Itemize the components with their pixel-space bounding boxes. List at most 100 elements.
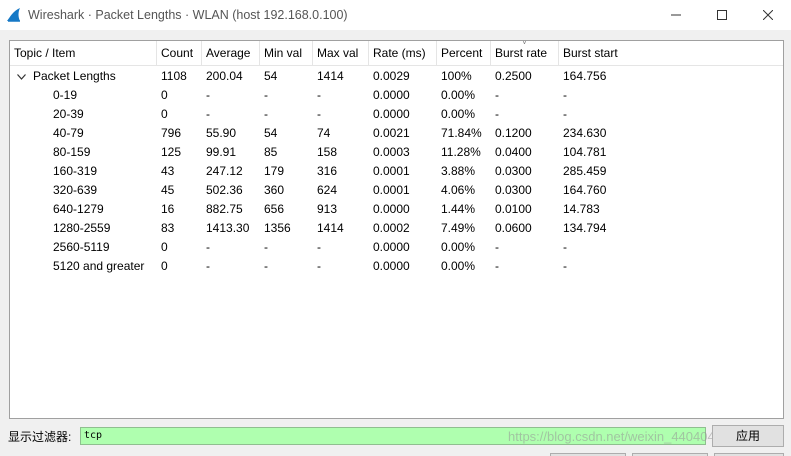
table-row[interactable]: 320-639 45 502.36 360 624 0.0001 4.06% 0.0300 16…: [10, 181, 783, 200]
cell-count: 16: [161, 202, 175, 216]
column-header-burst-rate[interactable]: ˅ Burst rate: [491, 41, 559, 65]
cell-rate: 0.0000: [373, 202, 410, 216]
cell-burst-start: 104.781: [563, 145, 607, 159]
cell-rate: 0.0003: [373, 145, 410, 159]
display-filter-bar: 显示过滤器: tcp https://blog.csdn.net/weixin_…: [0, 424, 791, 450]
table-row[interactable]: 160-319 43 247.12 179 316 0.0001 3.88% 0.0300 28…: [10, 162, 783, 181]
cell-percent: 4.06%: [441, 183, 476, 197]
column-header-count[interactable]: Count: [157, 41, 202, 65]
cell-max: 913: [317, 202, 338, 216]
cell-item: 20-39: [53, 107, 84, 121]
cell-max: -: [317, 107, 321, 121]
column-header-burst-start[interactable]: Burst start: [559, 41, 783, 65]
cell-rate: 0.0000: [373, 88, 410, 102]
table-row-parent[interactable]: Packet Lengths 1108 200.04 54 1414 0.002…: [10, 67, 783, 86]
cell-percent: 0.00%: [441, 240, 476, 254]
cell-average: -: [206, 240, 210, 254]
cell-min: -: [264, 240, 268, 254]
table-row[interactable]: 20-39 0 - - - 0.0000 0.00% - -: [10, 105, 783, 124]
cell-average: -: [206, 88, 210, 102]
cell-percent: 3.88%: [441, 164, 476, 178]
wireshark-fin-icon: [7, 8, 20, 22]
cell-rate: 0.0000: [373, 259, 410, 273]
cell-burst-rate: -: [495, 107, 499, 121]
cell-min: 54: [264, 69, 278, 83]
cell-count: 125: [161, 145, 182, 159]
cell-item: Packet Lengths: [33, 69, 116, 83]
cell-burst-start: 134.794: [563, 221, 607, 235]
cell-burst-start: 234.630: [563, 126, 607, 140]
cell-max: 1414: [317, 69, 344, 83]
cell-item: 5120 and greater: [53, 259, 145, 273]
column-header-rate[interactable]: Rate (ms): [369, 41, 437, 65]
cell-item: 1280-2559: [53, 221, 111, 235]
cell-percent: 0.00%: [441, 107, 476, 121]
table-row[interactable]: 5120 and greater 0 - - - 0.0000 0.00% - -: [10, 257, 783, 276]
cell-max: -: [317, 88, 321, 102]
cell-average: -: [206, 107, 210, 121]
table-row[interactable]: 80-159 125 99.91 85 158 0.0003 11.28% 0.0400 104…: [10, 143, 783, 162]
cell-count: 45: [161, 183, 175, 197]
chevron-down-icon[interactable]: [15, 67, 27, 86]
cell-rate: 0.0000: [373, 240, 410, 254]
cell-count: 43: [161, 164, 175, 178]
cell-min: 1356: [264, 221, 291, 235]
stats-tree-table: Topic / Item Count Average Min val Max v…: [9, 40, 784, 419]
table-row[interactable]: 40-79 796 55.90 54 74 0.0021 71.84% 0.1200 234.6…: [10, 124, 783, 143]
close-button[interactable]: [745, 0, 791, 30]
cell-min: -: [264, 107, 268, 121]
cell-burst-start: 164.756: [563, 69, 607, 83]
cell-burst-rate: -: [495, 259, 499, 273]
apply-button[interactable]: 应用: [712, 425, 784, 447]
cell-burst-rate: 0.0400: [495, 145, 532, 159]
cell-rate: 0.0002: [373, 221, 410, 235]
table-row[interactable]: 2560-5119 0 - - - 0.0000 0.00% - -: [10, 238, 783, 257]
title-bar: Wireshark · Packet Lengths · WLAN (host …: [0, 0, 791, 30]
cell-percent: 0.00%: [441, 259, 476, 273]
cell-min: -: [264, 259, 268, 273]
cell-burst-rate: 0.0300: [495, 183, 532, 197]
child-rows: 0-19 0 - - - 0.0000 0.00% - - 20-39 0 - - - 0.0000 0.00…: [10, 86, 783, 276]
cell-min: -: [264, 88, 268, 102]
cell-max: 316: [317, 164, 338, 178]
column-header-burst-rate-label: Burst rate: [495, 46, 548, 60]
sort-indicator-icon: ˅: [522, 40, 527, 47]
close-icon: [763, 10, 773, 20]
cell-percent: 11.28%: [441, 145, 481, 159]
cell-max: 74: [317, 126, 331, 140]
cell-rate: 0.0000: [373, 107, 410, 121]
minimize-button[interactable]: [653, 0, 699, 30]
cell-burst-start: 164.760: [563, 183, 607, 197]
display-filter-label: 显示过滤器:: [8, 430, 72, 444]
column-header-max[interactable]: Max val: [313, 41, 369, 65]
maximize-icon: [717, 10, 727, 20]
cell-min: 360: [264, 183, 285, 197]
cell-burst-rate: 0.2500: [495, 69, 532, 83]
cell-burst-rate: -: [495, 88, 499, 102]
cell-burst-start: -: [563, 240, 567, 254]
column-header-min[interactable]: Min val: [260, 41, 313, 65]
cell-count: 796: [161, 126, 182, 140]
table-row[interactable]: 640-1279 16 882.75 656 913 0.0000 1.44% 0.0100 1…: [10, 200, 783, 219]
maximize-button[interactable]: [699, 0, 745, 30]
cell-item: 0-19: [53, 88, 78, 102]
cell-rate: 0.0001: [373, 183, 410, 197]
column-header-percent[interactable]: Percent: [437, 41, 491, 65]
window-title: Wireshark · Packet Lengths · WLAN (host …: [28, 8, 348, 22]
column-header-average[interactable]: Average: [202, 41, 260, 65]
cell-burst-rate: 0.0300: [495, 164, 532, 178]
packet-lengths-window: Wireshark · Packet Lengths · WLAN (host …: [0, 0, 791, 456]
minimize-icon: [671, 14, 681, 16]
cell-percent: 7.49%: [441, 221, 476, 235]
cell-max: 158: [317, 145, 338, 159]
cell-count: 0: [161, 107, 168, 121]
cell-percent: 0.00%: [441, 88, 476, 102]
watermark-text: https://blog.csdn.net/weixin_44040408: [508, 429, 730, 444]
table-row[interactable]: 0-19 0 - - - 0.0000 0.00% - -: [10, 86, 783, 105]
table-row[interactable]: 1280-2559 83 1413.30 1356 1414 0.0002 7.49% 0.0…: [10, 219, 783, 238]
column-header-topic[interactable]: Topic / Item: [10, 41, 157, 65]
cell-min: 85: [264, 145, 278, 159]
cell-count: 0: [161, 259, 168, 273]
cell-max: 624: [317, 183, 338, 197]
table-header: Topic / Item Count Average Min val Max v…: [10, 41, 783, 66]
